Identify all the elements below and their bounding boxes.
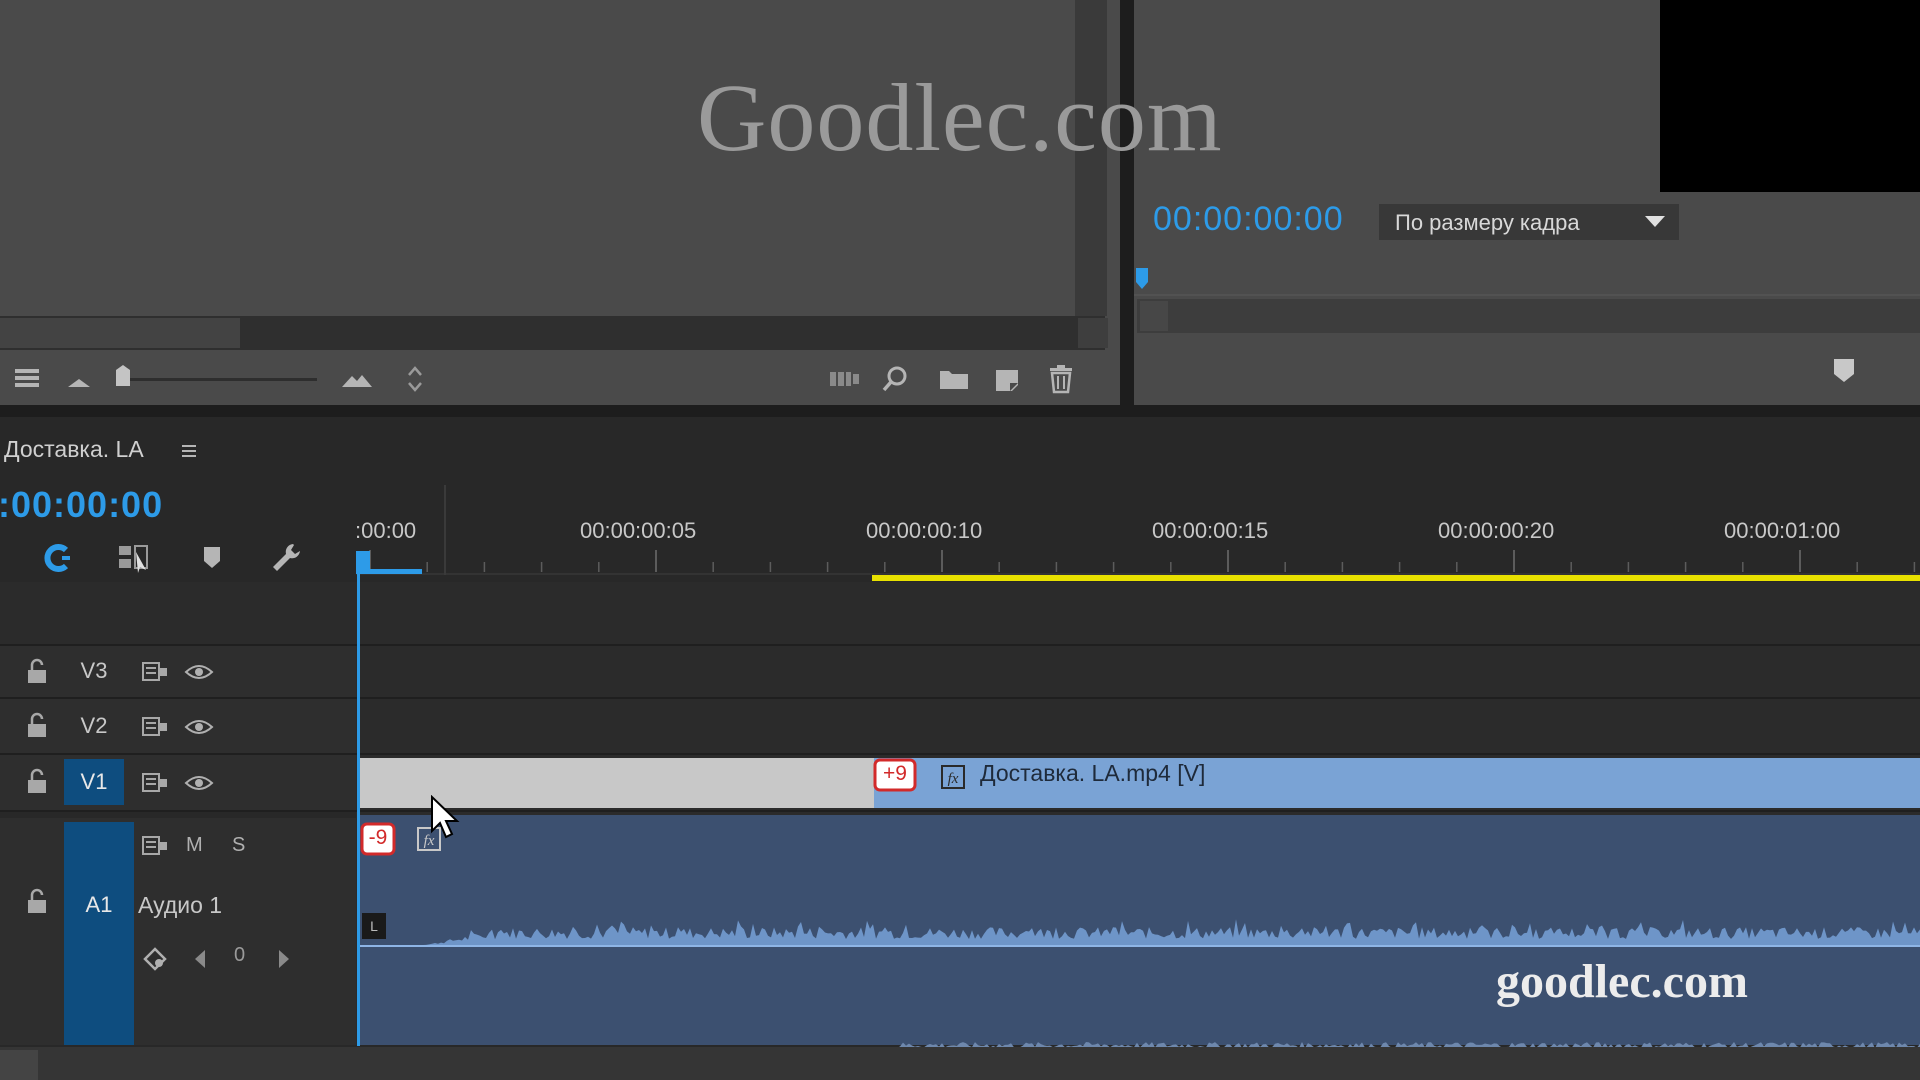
keyframe-toggle-icon[interactable] <box>142 946 168 972</box>
program-playhead[interactable] <box>1134 268 1150 290</box>
ruler-label: 00:00:00:15 <box>1152 518 1269 543</box>
out-of-sync-offset: +9 <box>883 762 907 785</box>
lock-icon[interactable] <box>24 712 50 740</box>
track-name-a1[interactable]: Аудио 1 <box>138 892 222 919</box>
ruler-start-tick <box>444 485 446 575</box>
program-zoom-scrollbar[interactable] <box>1137 299 1920 333</box>
audio-baseline <box>360 945 1920 947</box>
project-scroll-corner <box>1078 318 1108 348</box>
fit-zoom-select-value: По размеру кадра <box>1395 210 1580 235</box>
timeline-scroll-thumb[interactable] <box>0 1050 38 1080</box>
add-marker-icon[interactable] <box>194 540 230 576</box>
zoom-slider-track[interactable] <box>125 378 317 381</box>
audio-waveform <box>360 919 1920 945</box>
next-keyframe-icon[interactable] <box>274 948 294 970</box>
zoom-out-mountain-icon[interactable] <box>62 362 96 396</box>
mouse-pointer-icon <box>430 795 464 843</box>
ruler-label: 00:00:01:00 <box>1724 518 1841 543</box>
project-scroll-thumb[interactable] <box>0 318 240 348</box>
track-target-a1[interactable] <box>64 822 134 1045</box>
playhead-line[interactable] <box>357 556 360 1046</box>
track-header-v1: V1 <box>0 755 356 810</box>
watermark-logo: Goodlec.com <box>697 64 1223 171</box>
snap-icon[interactable] <box>40 540 76 576</box>
wrench-settings-icon[interactable] <box>268 540 304 576</box>
video-clip-label: Доставка. LA.mp4 [V] <box>980 760 1206 786</box>
track-divider <box>0 810 1920 812</box>
fx-badge-icon: fx <box>940 764 966 790</box>
track-label-v2[interactable]: V2 <box>64 703 124 749</box>
zoom-slider-handle[interactable] <box>106 362 140 396</box>
track-header-v3: V3 <box>0 646 356 697</box>
eye-icon[interactable] <box>184 771 214 795</box>
new-bin-folder-icon[interactable] <box>937 362 971 396</box>
fit-zoom-select[interactable]: По размеру кадра <box>1379 204 1679 240</box>
eye-icon[interactable] <box>184 660 214 684</box>
timeline-timecode[interactable]: :00:00:00 <box>0 484 163 526</box>
lock-icon[interactable] <box>24 658 50 686</box>
panel-divider-vertical[interactable] <box>1120 0 1134 405</box>
sort-icon[interactable] <box>398 362 432 396</box>
mute-button[interactable]: M <box>186 834 203 857</box>
sequence-tab-title[interactable]: Доставка. LA <box>4 436 144 463</box>
program-time-ruler[interactable] <box>1134 268 1920 296</box>
track-header-a1: A1 M S Аудио 1 0 <box>0 818 356 1045</box>
eye-icon[interactable] <box>184 715 214 739</box>
out-of-sync-offset: -9 <box>368 826 388 849</box>
previous-keyframe-icon[interactable] <box>190 948 210 970</box>
sync-lock-icon[interactable] <box>140 715 170 739</box>
program-video-frame <box>1660 0 1920 192</box>
linked-selection-icon[interactable] <box>116 540 152 576</box>
sync-lock-icon[interactable] <box>140 660 170 684</box>
chevron-down-icon <box>1645 216 1665 227</box>
ruler-label: 00:00:00:05 <box>580 518 697 543</box>
playhead-handle[interactable] <box>356 551 422 579</box>
work-area-bar[interactable] <box>872 575 1920 581</box>
solo-button[interactable]: S <box>232 834 245 857</box>
track-label-a1: A1 <box>85 892 113 917</box>
add-marker-icon[interactable] <box>1830 356 1858 384</box>
automate-to-sequence-icon[interactable] <box>828 362 862 396</box>
ruler-label: 00:00:00:20 <box>1438 518 1555 543</box>
out-of-sync-badge: +9 <box>873 758 917 792</box>
track-header-v2: V2 <box>0 699 356 753</box>
lock-icon[interactable] <box>24 888 50 916</box>
track-label-v3[interactable]: V3 <box>64 648 124 694</box>
ruler-label: 00:00:00:10 <box>866 518 983 543</box>
zoom-in-mountain-icon[interactable] <box>340 362 374 396</box>
new-item-icon[interactable] <box>990 362 1024 396</box>
program-scroll-thumb[interactable] <box>1140 301 1168 331</box>
volume-value[interactable]: 0 <box>234 944 245 967</box>
program-timecode[interactable]: 00:00:00:00 <box>1153 200 1344 239</box>
audio-channel-label: L <box>362 913 386 939</box>
svg-text:fx: fx <box>948 771 959 787</box>
panel-menu-icon[interactable] <box>178 440 200 462</box>
track-header-spacer <box>0 582 356 646</box>
ruler-label: :00:00 <box>355 518 417 543</box>
track-label-v1[interactable]: V1 <box>64 759 124 805</box>
lock-icon[interactable] <box>24 768 50 796</box>
timeline-horizontal-scrollbar[interactable] <box>0 1047 1920 1080</box>
sync-lock-icon[interactable] <box>140 771 170 795</box>
watermark-logo: goodlec.com <box>1496 955 1748 1008</box>
search-icon[interactable] <box>878 362 912 396</box>
sync-lock-icon[interactable] <box>140 834 170 858</box>
panel-divider-horizontal[interactable] <box>0 405 1920 417</box>
out-of-sync-badge: -9 <box>360 822 396 856</box>
trash-icon[interactable] <box>1044 362 1078 396</box>
ruler-ticks <box>356 550 1920 575</box>
list-view-icon[interactable] <box>10 362 44 396</box>
